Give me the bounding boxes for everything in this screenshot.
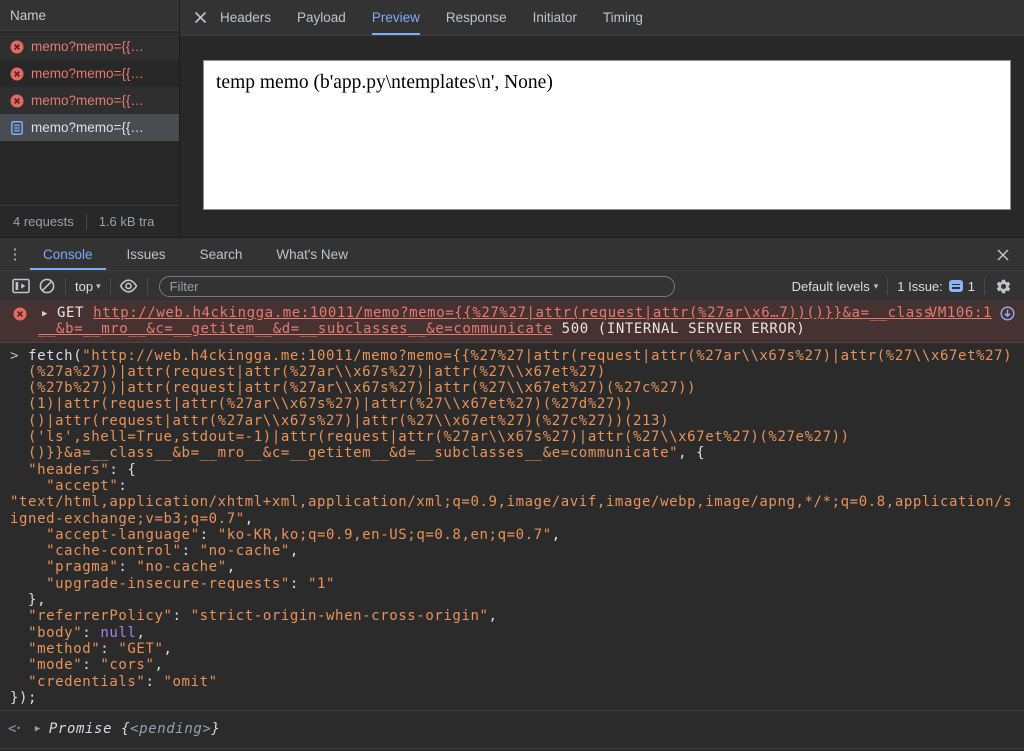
source-location-link[interactable]: VM106:1: [929, 305, 992, 321]
tab-payload[interactable]: Payload: [297, 0, 346, 35]
log-levels-selector[interactable]: Default levels: [792, 279, 870, 294]
request-name-label: memo?memo={{…: [31, 93, 144, 108]
toolbar-divider: [109, 277, 111, 295]
console-result-row: <· ▶ Promise {<pending>}: [0, 711, 1024, 750]
tab-initiator[interactable]: Initiator: [533, 0, 577, 35]
network-name-column-header[interactable]: Name: [0, 0, 179, 31]
live-expression-button[interactable]: [116, 273, 142, 299]
network-detail-panel: Headers Payload Preview Response Initiat…: [180, 0, 1024, 237]
close-detail-button[interactable]: [180, 0, 220, 35]
context-dropdown-icon[interactable]: ▾: [96, 281, 101, 292]
promise-close: }: [211, 721, 221, 738]
close-drawer-button[interactable]: [988, 238, 1018, 271]
console-toolbar: top ▾ Default levels ▾ 1 Issue: 1: [0, 271, 1024, 302]
overflow-menu-button[interactable]: ⋮: [0, 238, 30, 270]
network-detail-tabbar: Headers Payload Preview Response Initiat…: [180, 0, 1024, 36]
request-url-link-continued[interactable]: __&b=__mro__&c=__getitem__&d=__subclasse…: [38, 321, 553, 337]
error-status-icon: [10, 40, 24, 53]
promise-open: Promise {: [48, 721, 131, 738]
console-error-message: ▶ GET http://web.h4ckingga.me:10011/memo…: [0, 302, 1024, 343]
document-icon: [11, 120, 23, 135]
tab-response[interactable]: Response: [446, 0, 507, 35]
eye-icon: [119, 279, 138, 293]
console-sidebar-toggle-button[interactable]: [8, 273, 34, 299]
tab-preview[interactable]: Preview: [371, 0, 420, 35]
tab-console[interactable]: Console: [30, 238, 106, 270]
clear-icon: [39, 278, 55, 294]
toolbar-divider: [887, 277, 889, 295]
close-icon: [194, 11, 206, 24]
tab-search[interactable]: Search: [187, 238, 256, 270]
request-url-link[interactable]: http://web.h4ckingga.me:10011/memo?memo=…: [93, 305, 933, 321]
request-name-label: memo?memo={{…: [31, 120, 144, 135]
network-request-row[interactable]: memo?memo={{…: [0, 87, 179, 114]
drawer-tabbar: ⋮ Console Issues Search What's New: [0, 238, 1024, 271]
status-divider: [85, 213, 87, 230]
console-settings-button[interactable]: [990, 273, 1016, 299]
error-status-icon: [10, 67, 24, 80]
promise-pending: <pending>: [130, 721, 212, 738]
tab-headers[interactable]: Headers: [220, 0, 271, 35]
error-line-2: __&b=__mro__&c=__getitem__&d=__subclasse…: [0, 321, 1024, 337]
levels-dropdown-icon[interactable]: ▾: [874, 281, 879, 292]
context-selector[interactable]: top: [75, 279, 93, 294]
network-request-row[interactable]: memo?memo={{…: [0, 60, 179, 87]
response-preview-frame: temp memo (b'app.py\ntemplates\n', None): [203, 60, 1011, 210]
issues-counter-label[interactable]: 1 Issue:: [897, 279, 943, 294]
error-line-1: GET http://web.h4ckingga.me:10011/memo?m…: [0, 305, 1024, 321]
console-command-echo: > fetch("http://web.h4ckingga.me:10011/m…: [0, 343, 1024, 712]
console-drawer: ⋮ Console Issues Search What's New top ▾…: [0, 237, 1024, 751]
console-echo-lines: > fetch("http://web.h4ckingga.me:10011/m…: [10, 347, 1013, 706]
error-status-icon: [10, 94, 24, 107]
error-icon: [13, 307, 27, 321]
expand-triangle-icon[interactable]: ▶: [42, 306, 48, 322]
request-name-label: memo?memo={{…: [31, 39, 144, 54]
network-list-empty-area: [0, 141, 179, 205]
toolbar-divider: [984, 277, 985, 295]
network-request-row-selected[interactable]: memo?memo={{…: [0, 114, 179, 141]
network-request-row[interactable]: memo?memo={{…: [0, 33, 179, 60]
promise-result[interactable]: Promise {<pending>}: [49, 721, 221, 737]
request-name-label: memo?memo={{…: [31, 66, 144, 81]
request-count-label: 4 requests: [13, 214, 74, 229]
filter-input[interactable]: [158, 275, 675, 297]
issues-count[interactable]: 1: [968, 279, 975, 294]
network-status-bar: 4 requests 1.6 kB transferred: [0, 205, 179, 237]
toolbar-divider: [65, 277, 66, 295]
tab-whats-new[interactable]: What's New: [263, 238, 361, 270]
network-panel: Name memo?memo={{… memo?memo={{… memo?me…: [0, 0, 1024, 237]
name-header-label: Name: [10, 7, 47, 23]
issues-icon[interactable]: [948, 280, 963, 292]
gear-icon: [996, 279, 1010, 293]
tab-timing[interactable]: Timing: [603, 0, 643, 35]
toolbar-divider: [146, 277, 148, 295]
console-sidebar-icon: [12, 278, 30, 294]
tab-issues[interactable]: Issues: [114, 238, 179, 270]
reveal-in-network-icon[interactable]: [1000, 306, 1015, 321]
network-request-list: Name memo?memo={{… memo?memo={{… memo?me…: [0, 0, 180, 237]
expand-triangle-icon[interactable]: ▶: [35, 721, 41, 737]
clear-console-button[interactable]: [34, 273, 60, 299]
request-method: GET: [57, 305, 94, 321]
overflow-menu-icon: ⋮: [7, 246, 23, 263]
preview-content-area: temp memo (b'app.py\ntemplates\n', None): [180, 36, 1024, 237]
console-messages: ▶ GET http://web.h4ckingga.me:10011/memo…: [0, 302, 1024, 751]
transferred-label: 1.6 kB transferred: [98, 214, 155, 229]
status-text: 500 (INTERNAL SERVER ERROR): [552, 321, 806, 338]
network-rows: memo?memo={{… memo?memo={{… memo?memo={{…: [0, 31, 179, 141]
return-value-icon: <·: [8, 721, 23, 738]
close-icon: [997, 248, 1009, 261]
